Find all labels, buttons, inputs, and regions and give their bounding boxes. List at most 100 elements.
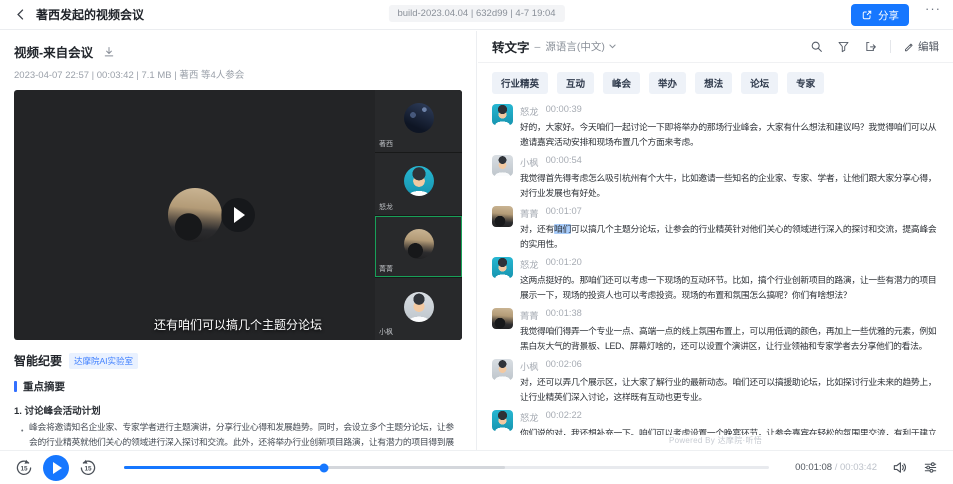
keyword-tag[interactable]: 举办 (649, 72, 686, 94)
share-icon (861, 9, 873, 21)
transcript-header: 转文字 – 源语言(中文) 编辑 (478, 31, 953, 63)
share-button[interactable]: 分享 (851, 4, 909, 26)
participant-tile[interactable]: 怒龙 (375, 153, 462, 215)
message-timestamp[interactable]: 00:02:06 (546, 359, 582, 373)
keyword-tags: 行业精英 互动 峰会 举办 想法 论坛 专家 (478, 63, 953, 101)
message-timestamp[interactable]: 00:00:39 (546, 104, 582, 118)
keyword-tag[interactable]: 论坛 (741, 72, 778, 94)
speaker-name: 小枫 (520, 155, 539, 169)
transcript-message[interactable]: 小枫00:02:06 对，还可以弄几个展示区，让大家了解行业的最新动态。咱们还可… (492, 359, 939, 404)
participant-name: 著西 (379, 139, 393, 149)
keyword-tag[interactable]: 峰会 (603, 72, 640, 94)
active-speaker-avatar (168, 188, 222, 242)
speaker-avatar (492, 155, 513, 176)
edit-button[interactable]: 编辑 (903, 39, 939, 54)
download-button[interactable] (103, 46, 115, 58)
participant-avatar (404, 229, 434, 259)
message-text: 这两点挺好的。那咱们还可以考虑一下现场的互动环节。比如，搞个行业创新项目的路演，… (520, 273, 939, 302)
tune-sliders-icon (923, 460, 938, 475)
edit-label: 编辑 (918, 39, 939, 54)
chevron-down-icon (608, 42, 617, 51)
keyword-tag[interactable]: 专家 (787, 72, 824, 94)
speaker-name: 菁菁 (520, 308, 539, 322)
keyword-tag[interactable]: 互动 (557, 72, 594, 94)
message-text: 你们说的对，我还想补充一下。咱们可以考虑设置一个晚宴环节，让参会嘉宾在轻松的氛围… (520, 426, 939, 435)
transcript-message[interactable]: 怒龙 00:01:20 这两点挺好的。那咱们还可以考虑一下现场的互动环节。比如，搞… (492, 257, 939, 302)
progress-bar[interactable] (124, 466, 769, 469)
search-highlight: 咱们 (554, 224, 571, 234)
volume-icon (892, 460, 907, 475)
video-meta: 2023-04-07 22:57 | 00:03:42 | 7.1 MB | 著… (14, 67, 462, 81)
message-timestamp[interactable]: 00:01:20 (546, 257, 582, 271)
message-text: 我觉得首先得考虑怎么吸引杭州有个大牛，比如邀请一些知名的企业家、专家、学者，让他… (520, 171, 939, 200)
search-button[interactable] (810, 40, 824, 54)
message-text: 我觉得咱们得弄一个专业一点、高端一点的线上氛围布置上，可以用低调的颜色，再加上一… (520, 324, 939, 353)
video-stage (14, 90, 375, 340)
forward-15-icon: 15 (78, 458, 98, 478)
rewind-15-button[interactable]: 15 (14, 458, 34, 478)
powered-by-label: Powered By 达摩院·听悟 (478, 435, 953, 450)
source-language-selector[interactable]: 源语言(中文) (545, 39, 617, 54)
transcript-message[interactable]: 怒龙 00:02:22 你们说的对，我还想补充一下。咱们可以考虑设置一个晚宴环节，… (492, 410, 939, 435)
page-title: 著西发起的视频会议 (36, 6, 144, 23)
volume-button[interactable] (892, 460, 908, 476)
video-player[interactable]: 著西 怒龙 菁菁 小枫 还有咱们可以搞几个主题分论坛 (14, 90, 462, 340)
item-body: 峰会将邀请知名企业家、专家学者进行主题演讲，分享行业心得和发展趋势。同时，会设立… (21, 420, 462, 450)
meeting-video-app: 著西发起的视频会议 build-2023.04.04 | 632d99 | 4-… (0, 0, 953, 484)
video-panel: 视频-来自会议 2023-04-07 22:57 | 00:03:42 | 7.… (0, 31, 477, 450)
participant-avatar (404, 103, 434, 133)
edit-pencil-icon (903, 41, 914, 52)
player-bar: 15 15 00:01:08 / 00:03:42 (0, 450, 953, 484)
message-text: 对，还有咱们可以搞几个主题分论坛，让参会的行业精英针对他们关心的领域进行深入的探… (520, 222, 939, 251)
participant-avatar (404, 166, 434, 196)
message-timestamp[interactable]: 00:00:54 (546, 155, 582, 169)
transcript-panel: 转文字 – 源语言(中文) 编辑 行业精英 互动 (478, 31, 953, 450)
participant-tile[interactable]: 小枫 (375, 278, 462, 340)
speaker-avatar (492, 308, 513, 329)
progress-handle[interactable] (319, 463, 328, 472)
transcript-message[interactable]: 菁菁00:01:07 对，还有咱们可以搞几个主题分论坛，让参会的行业精英针对他们… (492, 206, 939, 251)
participant-strip: 著西 怒龙 菁菁 小枫 (375, 90, 462, 340)
filter-button[interactable] (837, 40, 851, 54)
playback-settings-button[interactable] (923, 460, 939, 476)
export-button[interactable] (864, 40, 878, 54)
section-title: 重点摘要 (23, 379, 65, 394)
export-icon (864, 40, 877, 53)
message-timestamp[interactable]: 00:01:07 (546, 206, 582, 220)
transcript-message[interactable]: 怒龙00:00:39 好的，大家好。今天咱们一起讨论一下即将举办的那场行业峰会，… (492, 104, 939, 149)
total-time: 00:03:42 (840, 462, 877, 473)
transcript-message[interactable]: 菁菁 00:01:38 我觉得咱们得弄一个专业一点、高端一点的线上氛围布置上，可以… (492, 308, 939, 353)
speaker-name: 怒龙 (520, 104, 539, 118)
divider (890, 40, 891, 53)
message-timestamp[interactable]: 00:02:22 (546, 410, 582, 424)
video-title: 视频-来自会议 (14, 42, 93, 61)
participant-tile[interactable]: 著西 (375, 90, 462, 152)
speaker-name: 怒龙 (520, 410, 539, 424)
speaker-name: 小枫 (520, 359, 539, 373)
transcript-message[interactable]: 小枫 00:00:54 我觉得首先得考虑怎么吸引杭州有个大牛，比如邀请一些知名的企… (492, 155, 939, 200)
section-accent-bar (14, 381, 17, 392)
speaker-avatar (492, 257, 513, 278)
video-play-overlay-button[interactable] (221, 198, 255, 232)
rewind-15-icon: 15 (14, 458, 34, 478)
forward-15-button[interactable]: 15 (78, 458, 98, 478)
back-button[interactable] (14, 8, 27, 21)
progress-played (124, 466, 324, 469)
speaker-name: 怒龙 (520, 257, 539, 271)
keyword-tag[interactable]: 行业精英 (492, 72, 548, 94)
search-icon (810, 40, 823, 53)
share-label: 分享 (878, 8, 899, 23)
message-timestamp[interactable]: 00:01:38 (546, 308, 582, 322)
svg-text:15: 15 (84, 465, 92, 472)
item-number: 1. (14, 406, 22, 417)
participant-tile-active-speaker[interactable]: 菁菁 (375, 216, 462, 278)
more-menu-button[interactable]: ··· (925, 1, 941, 16)
speaker-avatar (492, 206, 513, 227)
transcript-messages: 怒龙00:00:39 好的，大家好。今天咱们一起讨论一下即将举办的那场行业峰会，… (478, 101, 953, 435)
top-bar: 著西发起的视频会议 build-2023.04.04 | 632d99 | 4-… (0, 0, 953, 30)
keyword-tag[interactable]: 想法 (695, 72, 732, 94)
transcript-title: 转文字 (492, 37, 530, 56)
participant-avatar (404, 292, 434, 322)
speaker-avatar (492, 359, 513, 380)
play-button[interactable] (43, 455, 69, 481)
